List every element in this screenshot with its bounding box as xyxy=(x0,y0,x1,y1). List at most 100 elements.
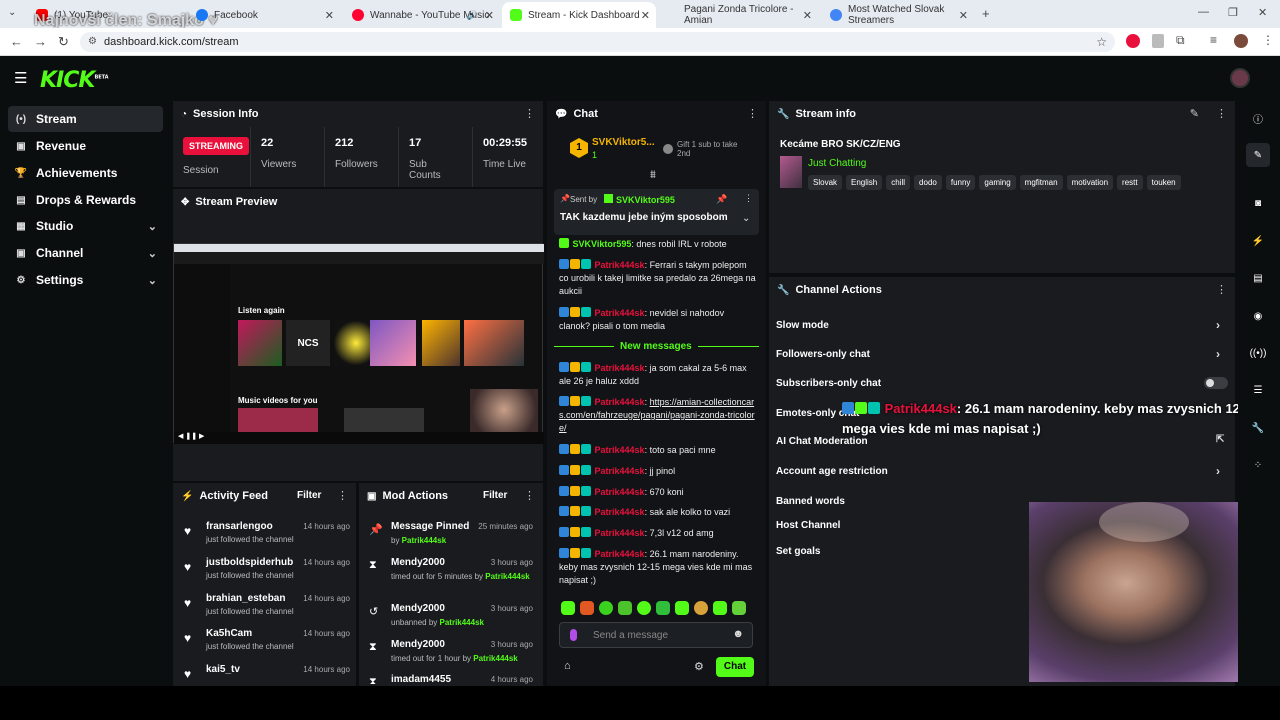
minimize-icon[interactable]: — xyxy=(1198,6,1209,18)
chat-input[interactable]: Send a message ☻ xyxy=(559,622,753,648)
emote-icon[interactable] xyxy=(656,601,670,615)
gear-icon[interactable]: ⚙ xyxy=(694,660,704,673)
emote-icon[interactable] xyxy=(599,601,613,615)
tag[interactable]: restt xyxy=(1117,175,1143,190)
broadcast-icon[interactable]: ((•)) xyxy=(1246,341,1270,365)
sidebar-item-achievements[interactable]: 🏆 Achievements xyxy=(8,160,163,186)
sidebar-item-studio[interactable]: ▦ Studio ⌄ xyxy=(8,213,163,239)
hamburger-menu-icon[interactable]: ☰ xyxy=(14,69,27,87)
store-icon[interactable]: ⌂ xyxy=(564,660,571,672)
chat-message[interactable]: SVKViktor595: dnes robil IRL v robote xyxy=(559,238,757,251)
back-icon[interactable]: ← xyxy=(10,34,23,49)
tab-youtube-music[interactable]: Wannabe - YouTube Music 🔊 ✕ xyxy=(344,4,500,26)
player-controls[interactable]: ◀ ❚❚ ▶ xyxy=(174,432,544,444)
emote-icon[interactable] xyxy=(713,601,727,615)
follower-name[interactable]: fransarlengoo xyxy=(206,521,273,532)
mod-action-title[interactable]: imadam4455 xyxy=(391,674,451,684)
chat-message[interactable]: Patrik444sk: ja som cakal za 5-6 max ale… xyxy=(559,362,757,388)
tag[interactable]: Slovak xyxy=(808,175,843,190)
emote-icon[interactable] xyxy=(561,601,575,615)
edit-pencil-icon[interactable]: ✎ xyxy=(1190,107,1199,120)
emote-icon[interactable] xyxy=(694,601,708,615)
gift-sub-text[interactable]: Gift 1 sub to take 2nd xyxy=(677,140,747,158)
follower-name[interactable]: Ka5hCam xyxy=(206,628,252,639)
new-tab-icon[interactable]: + xyxy=(982,6,990,21)
more-options-icon[interactable]: ⋮ xyxy=(747,107,758,120)
close-tab-icon[interactable]: ✕ xyxy=(485,9,494,22)
close-tab-icon[interactable]: ✕ xyxy=(641,9,650,22)
reload-icon[interactable]: ↻ xyxy=(58,34,69,50)
emote-icon[interactable] xyxy=(580,601,594,615)
tag[interactable]: funny xyxy=(945,175,976,190)
chat-message[interactable]: Patrik444sk: 670 koni xyxy=(559,486,757,499)
kick-logo[interactable]: KICKBETA xyxy=(40,68,109,93)
send-chat-button[interactable]: Chat xyxy=(716,657,754,677)
emote-icon[interactable] xyxy=(618,601,632,615)
tab-pagani[interactable]: Pagani Zonda Tricolore - Amian ✕ xyxy=(676,4,818,26)
chat-message[interactable]: Patrik444sk: nevidel si nahodov clanok? … xyxy=(559,307,757,333)
follower-name[interactable]: brahian_esteban xyxy=(206,593,285,604)
bookmark-star-icon[interactable]: ☆ xyxy=(1096,32,1107,52)
more-options-icon[interactable]: ⋮ xyxy=(524,107,535,120)
chat-message[interactable]: Patrik444sk: sak ale kolko to vazi xyxy=(559,506,757,519)
url-input[interactable]: ⚙ dashboard.kick.com/stream ☆ xyxy=(80,32,1115,52)
sidebar-item-revenue[interactable]: ▣ Revenue xyxy=(8,133,163,159)
emoji-icon[interactable]: ☻ xyxy=(732,628,744,640)
info-icon[interactable]: ⓘ xyxy=(1246,106,1270,130)
lightning-icon[interactable]: ⚡ xyxy=(1246,229,1270,253)
close-tab-icon[interactable]: ✕ xyxy=(959,9,968,22)
mod-action-title[interactable]: Mendy2000 xyxy=(391,603,445,614)
microphone-icon[interactable] xyxy=(570,629,577,641)
more-options-icon[interactable]: ⋮ xyxy=(1216,107,1227,120)
banned-words-row[interactable]: Banned words xyxy=(776,496,845,507)
more-options-icon[interactable]: ⋮ xyxy=(744,193,753,204)
slow-mode-row[interactable]: Slow mode › xyxy=(776,318,1220,332)
pinned-user[interactable]: SVKViktor595 xyxy=(616,195,675,205)
user-avatar[interactable] xyxy=(1230,68,1250,88)
sidebar-item-stream[interactable]: (•) Stream xyxy=(8,106,163,132)
extensions-puzzle-icon[interactable]: ⧉ xyxy=(1176,33,1185,48)
profile-avatar[interactable] xyxy=(1234,34,1248,48)
top-gifter-name[interactable]: SVKViktor5... xyxy=(592,137,655,148)
chat-message[interactable]: Patrik444sk: 7,3l v12 od amg xyxy=(559,527,757,540)
extension-icon[interactable] xyxy=(1152,34,1164,48)
emote-icon[interactable] xyxy=(637,601,651,615)
site-info-icon[interactable]: ⚙ xyxy=(88,32,97,52)
camera-icon[interactable]: ◙ xyxy=(1246,191,1270,215)
close-tab-icon[interactable]: ✕ xyxy=(325,9,334,22)
category-thumbnail[interactable] xyxy=(780,156,802,188)
more-options-icon[interactable]: ⋮ xyxy=(1216,283,1227,296)
follower-name[interactable]: justboldspiderhub xyxy=(206,557,293,568)
subscribers-only-toggle[interactable] xyxy=(1204,377,1228,389)
followers-only-row[interactable]: Followers-only chat › xyxy=(776,347,1220,361)
close-window-icon[interactable]: ✕ xyxy=(1258,6,1267,19)
account-age-row[interactable]: Account age restriction › xyxy=(776,464,1220,478)
filter-button[interactable]: Filter xyxy=(297,490,321,501)
forward-icon[interactable]: → xyxy=(34,34,47,49)
browser-menu-icon[interactable]: ⋮ xyxy=(1262,33,1274,47)
tab-slovak-streamers[interactable]: Most Watched Slovak Streamers ✕ xyxy=(822,4,974,26)
chat-message[interactable]: Patrik444sk: toto sa paci mne xyxy=(559,444,757,457)
adblock-extension-icon[interactable] xyxy=(1126,34,1140,48)
unpin-icon[interactable]: 📌 xyxy=(716,194,727,205)
chat-message[interactable]: Patrik444sk: jj pinol xyxy=(559,465,757,478)
layout-icon[interactable]: ☰ xyxy=(1246,378,1270,402)
sidebar-item-channel[interactable]: ▣ Channel ⌄ xyxy=(8,240,163,266)
more-options-icon[interactable]: ⋮ xyxy=(524,489,535,502)
mod-action-title[interactable]: Mendy2000 xyxy=(391,639,445,650)
speaker-icon[interactable]: 🔊 xyxy=(467,10,478,21)
tag[interactable]: dodo xyxy=(914,175,942,190)
chevron-down-icon[interactable]: ⌄ xyxy=(742,213,750,224)
chat-message[interactable]: Patrik444sk: 26.1 mam narodeniny. keby m… xyxy=(559,548,757,587)
chat-message[interactable]: Patrik444sk: Ferrari s takym polepom co … xyxy=(559,259,757,298)
chat-bubble-icon[interactable]: ◉ xyxy=(1246,304,1270,328)
filter-button[interactable]: Filter xyxy=(483,490,507,501)
tag[interactable]: English xyxy=(846,175,883,190)
set-goals-row[interactable]: Set goals xyxy=(776,546,820,557)
tag[interactable]: chill xyxy=(886,175,911,190)
tag[interactable]: gaming xyxy=(979,175,1016,190)
close-tab-icon[interactable]: ✕ xyxy=(803,9,812,22)
edit-pencil-icon[interactable]: ✎ xyxy=(1246,143,1270,167)
host-channel-row[interactable]: Host Channel xyxy=(776,520,840,531)
stream-preview-video[interactable]: Listen again NCS Music videos for you ◀ … xyxy=(173,243,544,444)
